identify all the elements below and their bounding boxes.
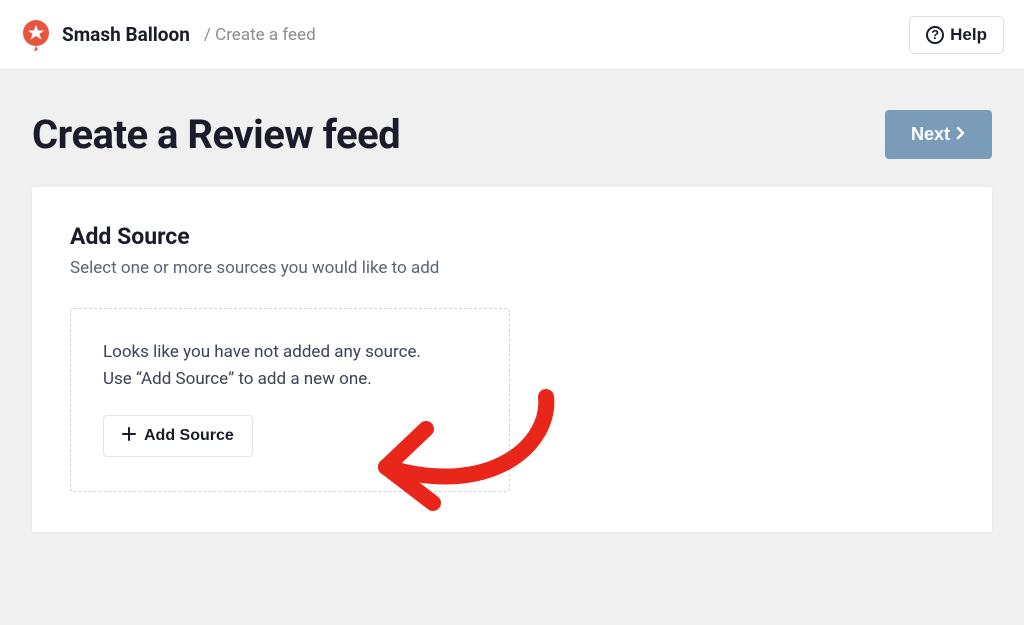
breadcrumb-label: Create a feed [215, 25, 316, 45]
help-button[interactable]: ? Help [909, 16, 1004, 54]
brand-area: Smash Balloon / Create a feed [20, 19, 316, 51]
content-area: Create a Review feed Next Add Source Sel… [0, 70, 1024, 532]
brand-name: Smash Balloon [62, 23, 190, 46]
card-title: Add Source [70, 223, 954, 250]
add-source-label: Add Source [144, 427, 234, 445]
add-source-card: Add Source Select one or more sources yo… [32, 187, 992, 532]
empty-line-1: Looks like you have not added any source… [103, 339, 477, 366]
add-source-button[interactable]: Add Source [103, 415, 253, 457]
next-button[interactable]: Next [885, 110, 992, 159]
breadcrumb-separator: / [204, 25, 211, 45]
chevron-right-icon [956, 124, 966, 145]
page-title: Create a Review feed [32, 111, 400, 158]
page-header: Create a Review feed Next [32, 110, 992, 159]
empty-line-2: Use “Add Source” to add a new one. [103, 366, 477, 393]
help-label: Help [950, 25, 987, 45]
empty-state-text: Looks like you have not added any source… [103, 339, 477, 393]
top-bar: Smash Balloon / Create a feed ? Help [0, 0, 1024, 70]
breadcrumb: / Create a feed [204, 25, 316, 45]
smash-balloon-logo-icon [20, 19, 52, 51]
empty-source-box: Looks like you have not added any source… [70, 308, 510, 492]
plus-icon [122, 426, 136, 446]
help-icon: ? [926, 26, 944, 44]
next-label: Next [911, 124, 950, 145]
card-subtitle: Select one or more sources you would lik… [70, 258, 954, 278]
